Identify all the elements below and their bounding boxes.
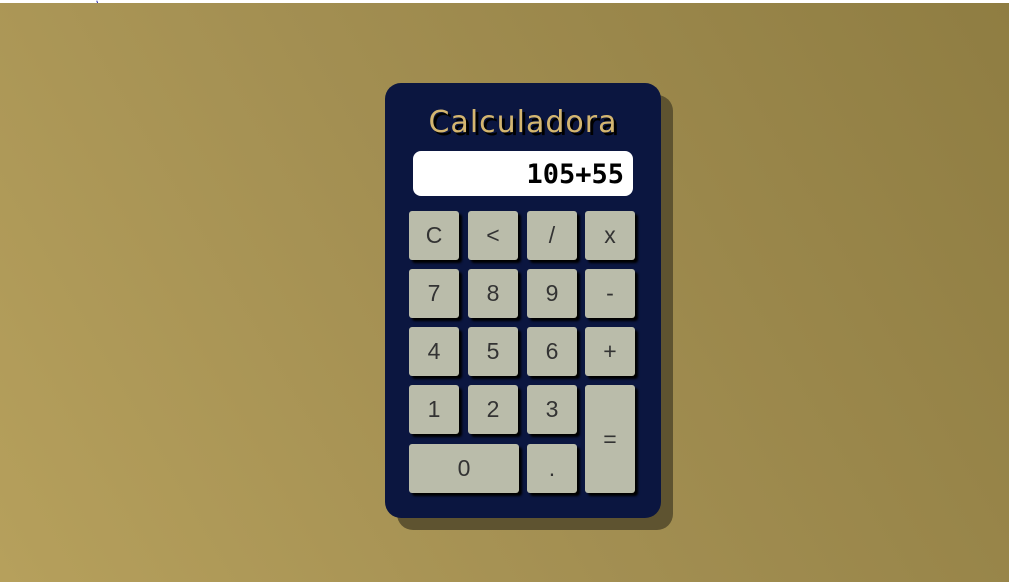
divide-button[interactable]: / (527, 211, 577, 260)
equals-button[interactable]: = (585, 385, 635, 493)
plus-button[interactable]: + (585, 327, 635, 376)
page-background: Calculadora 105+55 C < / x 7 8 9 - 4 5 6… (0, 3, 1009, 582)
calculator: Calculadora 105+55 C < / x 7 8 9 - 4 5 6… (385, 83, 661, 518)
clear-button[interactable]: C (409, 211, 459, 260)
two-button[interactable]: 2 (468, 385, 518, 434)
multiply-button[interactable]: x (585, 211, 635, 260)
backspace-button[interactable]: < (468, 211, 518, 260)
six-button[interactable]: 6 (527, 327, 577, 376)
one-button[interactable]: 1 (409, 385, 459, 434)
four-button[interactable]: 4 (409, 327, 459, 376)
eight-button[interactable]: 8 (468, 269, 518, 318)
five-button[interactable]: 5 (468, 327, 518, 376)
three-button[interactable]: 3 (527, 385, 577, 434)
nine-button[interactable]: 9 (527, 269, 577, 318)
minus-button[interactable]: - (585, 269, 635, 318)
decimal-button[interactable]: . (527, 444, 577, 493)
seven-button[interactable]: 7 (409, 269, 459, 318)
calculator-display: 105+55 (413, 151, 633, 196)
zero-button[interactable]: 0 (409, 444, 519, 493)
calculator-title: Calculadora (428, 105, 618, 140)
